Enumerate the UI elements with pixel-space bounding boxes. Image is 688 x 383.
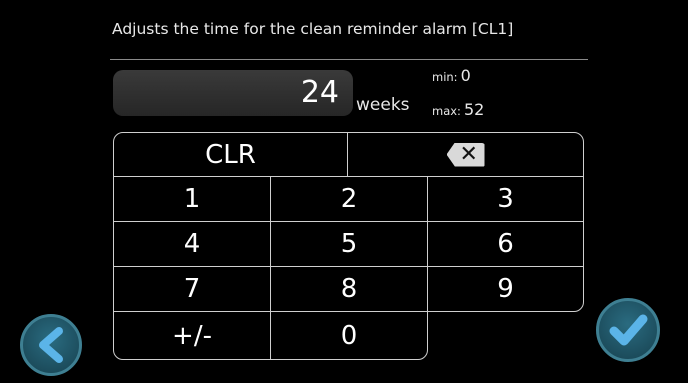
checkmark-icon <box>609 314 648 346</box>
backspace-button[interactable]: ✕ <box>347 132 584 177</box>
key-1[interactable]: 1 <box>113 176 271 222</box>
min-indicator: min: 0 <box>432 66 471 85</box>
key-3[interactable]: 3 <box>427 176 584 222</box>
sign-toggle-button[interactable]: +/- <box>113 311 271 360</box>
key-4[interactable]: 4 <box>113 221 271 267</box>
max-label: max: <box>432 104 461 118</box>
setting-description: Adjusts the time for the clean reminder … <box>112 20 514 38</box>
min-value: 0 <box>460 66 471 85</box>
key-8[interactable]: 8 <box>270 266 428 312</box>
confirm-button[interactable] <box>596 298 660 362</box>
key-9[interactable]: 9 <box>427 266 584 312</box>
back-button[interactable] <box>20 314 82 376</box>
value-display: 24 <box>113 70 353 116</box>
max-value: 52 <box>463 100 485 119</box>
key-5[interactable]: 5 <box>270 221 428 267</box>
divider <box>110 59 588 60</box>
backspace-icon: ✕ <box>446 142 485 167</box>
key-6[interactable]: 6 <box>427 221 584 267</box>
max-indicator: max: 52 <box>432 100 484 119</box>
clear-button[interactable]: CLR <box>113 132 348 177</box>
value-text: 24 <box>300 75 339 110</box>
keypad: CLR ✕ 1 2 3 4 5 6 7 8 9 +/- 0 <box>113 132 584 360</box>
key-7[interactable]: 7 <box>113 266 271 312</box>
key-0[interactable]: 0 <box>270 311 428 360</box>
min-label: min: <box>432 70 458 84</box>
unit-label: weeks <box>356 95 410 115</box>
key-2[interactable]: 2 <box>270 176 428 222</box>
chevron-left-icon <box>39 327 63 363</box>
